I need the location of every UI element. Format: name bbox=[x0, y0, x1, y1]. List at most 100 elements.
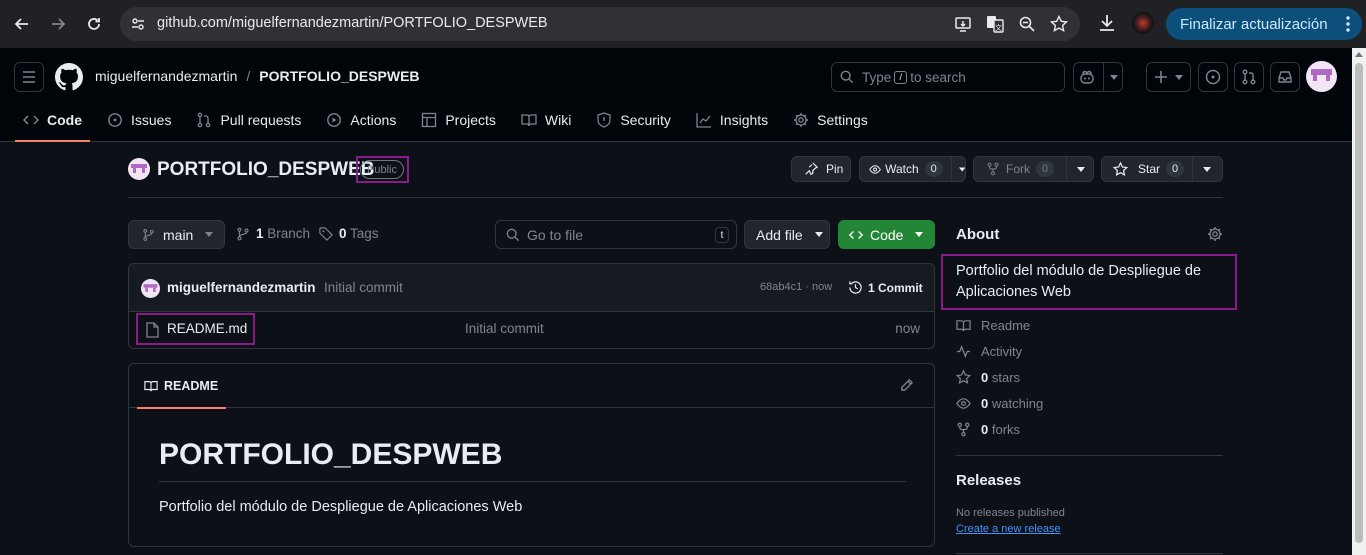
tab-settings[interactable]: Settings bbox=[785, 108, 876, 132]
go-to-file-input[interactable]: Go to file t bbox=[495, 220, 737, 249]
install-app-icon[interactable] bbox=[954, 15, 972, 33]
user-avatar[interactable] bbox=[1306, 61, 1337, 92]
pull-requests-button[interactable] bbox=[1234, 62, 1264, 92]
commit-count-label: 1 Commit bbox=[868, 280, 923, 295]
commits-link[interactable]: 1 Commit bbox=[848, 280, 923, 295]
history-icon bbox=[849, 281, 862, 294]
gear-icon[interactable] bbox=[1207, 226, 1223, 242]
tab-security[interactable]: Security bbox=[588, 108, 679, 132]
sidebar-item-label: Activity bbox=[981, 344, 1023, 359]
tab-wiki[interactable]: Wiki bbox=[513, 108, 579, 132]
fork-button[interactable]: Fork 0 bbox=[973, 156, 1094, 182]
tab-pull-requests[interactable]: Pull requests bbox=[188, 108, 309, 132]
repo-owner-avatar[interactable] bbox=[128, 158, 150, 180]
bookmark-star-icon[interactable] bbox=[1050, 15, 1068, 33]
fork-icon bbox=[957, 422, 970, 437]
scrollbar[interactable] bbox=[1352, 48, 1366, 555]
copilot-button[interactable] bbox=[1073, 62, 1123, 92]
search-prefix: Type bbox=[862, 69, 892, 85]
update-button[interactable]: Finalizar actualización bbox=[1166, 8, 1362, 40]
scrollbar-thumb[interactable] bbox=[1355, 63, 1363, 543]
menu-button[interactable] bbox=[14, 62, 44, 92]
scroll-up-arrow-icon[interactable] bbox=[1355, 52, 1363, 57]
url-text[interactable]: github.com/miguelfernandezmartin/PORTFOL… bbox=[157, 15, 548, 31]
file-commit-message[interactable]: Initial commit bbox=[465, 321, 544, 336]
tab-readme[interactable]: README bbox=[137, 364, 226, 409]
sidebar-item-watching[interactable]: 0 watching bbox=[956, 396, 1043, 411]
copilot-icon bbox=[1079, 70, 1094, 84]
commit-sha[interactable]: 68ab4c1 · now bbox=[760, 281, 832, 293]
profile-avatar[interactable] bbox=[1132, 12, 1154, 34]
issues-button[interactable] bbox=[1198, 62, 1228, 92]
sidebar-item-activity[interactable]: Activity bbox=[956, 344, 1022, 359]
star-label: Star bbox=[1138, 162, 1161, 176]
table-row[interactable]: README.md Initial commit now bbox=[129, 312, 934, 348]
sidebar-item-stars[interactable]: 0 stars bbox=[956, 370, 1020, 385]
pin-label: Pin bbox=[826, 162, 844, 176]
divider bbox=[956, 455, 1223, 456]
commit-message[interactable]: Initial commit bbox=[324, 280, 403, 295]
releases-title[interactable]: Releases bbox=[956, 472, 1021, 489]
branches-link[interactable]: 1 Branch bbox=[236, 226, 310, 241]
download-icon[interactable] bbox=[1097, 13, 1117, 33]
github-logo-icon[interactable] bbox=[55, 63, 83, 91]
star-button[interactable]: Star 0 bbox=[1101, 156, 1223, 182]
go-to-file-placeholder: Go to file bbox=[527, 226, 584, 243]
watching-count: 0 bbox=[981, 396, 989, 411]
forward-icon[interactable] bbox=[46, 12, 70, 36]
tab-code[interactable]: Code bbox=[15, 108, 90, 142]
branch-count: 1 bbox=[256, 226, 264, 241]
breadcrumb-repo[interactable]: PORTFOLIO_DESPWEB bbox=[259, 68, 419, 84]
stars-count: 0 bbox=[981, 370, 989, 385]
create-release-link[interactable]: Create a new release bbox=[956, 523, 1061, 535]
commit-author[interactable]: miguelfernandezmartin bbox=[167, 280, 316, 295]
file-age: now bbox=[895, 321, 920, 336]
back-icon[interactable] bbox=[10, 12, 34, 36]
fork-count: 0 bbox=[1036, 161, 1055, 177]
repo-title[interactable]: PORTFOLIO_DESPWEB bbox=[157, 159, 374, 181]
shield-icon bbox=[597, 112, 611, 128]
add-file-button[interactable]: Add file bbox=[744, 220, 830, 249]
tags-link[interactable]: 0 Tags bbox=[319, 226, 379, 241]
inbox-icon bbox=[1278, 71, 1292, 83]
site-info-icon[interactable] bbox=[130, 16, 146, 32]
svg-text:文: 文 bbox=[995, 23, 1002, 32]
browser-toolbar: github.com/miguelfernandezmartin/PORTFOL… bbox=[0, 0, 1366, 48]
inbox-button[interactable] bbox=[1270, 62, 1300, 92]
avatar[interactable] bbox=[141, 279, 160, 298]
code-icon bbox=[23, 115, 39, 125]
file-name[interactable]: README.md bbox=[167, 321, 247, 336]
book-icon bbox=[956, 320, 971, 332]
add-file-label: Add file bbox=[756, 226, 803, 243]
go-to-file-shortcut: t bbox=[715, 227, 729, 243]
branch-icon bbox=[237, 227, 249, 240]
create-new-button[interactable] bbox=[1146, 62, 1191, 92]
sidebar-item-readme[interactable]: Readme bbox=[956, 318, 1030, 333]
reload-icon[interactable] bbox=[82, 12, 106, 36]
kebab-menu-icon[interactable] bbox=[1346, 16, 1350, 32]
edit-icon[interactable] bbox=[899, 378, 914, 393]
tab-label: Insights bbox=[719, 112, 769, 128]
zoom-icon[interactable] bbox=[1018, 15, 1036, 33]
eye-icon bbox=[956, 398, 971, 409]
watch-button[interactable]: Watch 0 bbox=[859, 156, 966, 182]
readme-paragraph: Portfolio del módulo de Despliegue de Ap… bbox=[159, 499, 523, 515]
forks-label: forks bbox=[991, 422, 1021, 437]
tab-insights[interactable]: Insights bbox=[688, 108, 776, 132]
tab-label: Security bbox=[620, 112, 671, 128]
tab-actions[interactable]: Actions bbox=[318, 108, 404, 132]
tab-projects[interactable]: Projects bbox=[413, 108, 504, 132]
address-bar[interactable]: github.com/miguelfernandezmartin/PORTFOL… bbox=[120, 7, 1080, 41]
code-button[interactable]: Code bbox=[838, 220, 935, 249]
pin-button[interactable]: Pin bbox=[791, 156, 851, 182]
about-description: Portfolio del módulo de Despliegue de Ap… bbox=[956, 263, 1202, 300]
breadcrumb-owner[interactable]: miguelfernandezmartin bbox=[95, 68, 237, 84]
search-input[interactable]: Type / to search bbox=[831, 62, 1065, 92]
tab-issues[interactable]: Issues bbox=[99, 108, 179, 132]
code-icon bbox=[848, 230, 864, 239]
sidebar-item-forks[interactable]: 0 forks bbox=[956, 422, 1020, 437]
translate-icon[interactable]: 文 bbox=[986, 15, 1004, 33]
latest-commit-bar: miguelfernandezmartin Initial commit 68a… bbox=[129, 264, 934, 312]
branch-selector[interactable]: main bbox=[128, 220, 225, 249]
visibility-badge: Public bbox=[360, 160, 404, 179]
